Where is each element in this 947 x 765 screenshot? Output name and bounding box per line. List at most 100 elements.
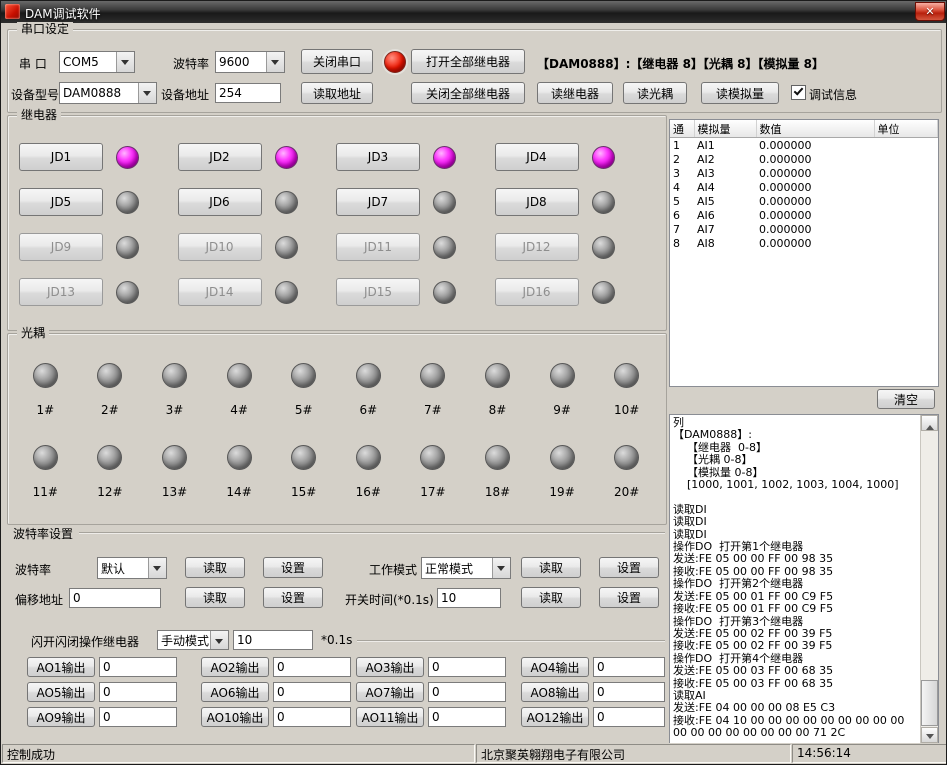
offset-address-field[interactable] — [69, 588, 161, 608]
switch-time-field[interactable] — [437, 588, 501, 608]
relay-button-jd8[interactable]: JD8 — [495, 188, 579, 216]
ao-output-field-3[interactable] — [428, 657, 506, 677]
baudrate-select[interactable]: 默认 — [97, 557, 167, 579]
baud-select[interactable]: 9600 — [215, 51, 285, 73]
ao-output-field-2[interactable] — [273, 657, 351, 677]
flash-mode-select[interactable]: 手动模式 — [157, 630, 229, 650]
offset-set-button[interactable]: 设置 — [263, 587, 323, 608]
ao-output-field-1[interactable] — [99, 657, 177, 677]
relay-button-jd7[interactable]: JD7 — [336, 188, 420, 216]
chevron-down-icon[interactable] — [116, 52, 134, 72]
relay-button-jd9[interactable]: JD9 — [19, 233, 103, 261]
work-mode-set-button[interactable]: 设置 — [599, 557, 659, 578]
model-label: 设备型号 — [11, 86, 59, 103]
ao-output-field-4[interactable] — [593, 657, 665, 677]
opto-group-title: 光耦 — [17, 326, 49, 341]
ao-output-button-3[interactable]: AO3输出 — [356, 657, 424, 677]
switch-time-read-button[interactable]: 读取 — [521, 587, 581, 608]
chevron-down-icon[interactable] — [138, 83, 156, 103]
model-select[interactable]: DAM0888 — [59, 82, 157, 104]
flash-time-field[interactable] — [233, 630, 313, 650]
ao-output-field-5[interactable] — [99, 682, 177, 702]
relay-button-jd4[interactable]: JD4 — [495, 143, 579, 171]
relay-light-9 — [116, 236, 139, 259]
switch-time-label: 开关时间(*0.1s) — [345, 591, 434, 608]
opto-cell-17#: 17# — [401, 445, 466, 514]
ao-grid: AO1输出 AO2输出 AO3输出 AO4输出 AO5输出 AO6输出 AO7输出 AO8输出… — [1, 657, 947, 729]
debug-info-checkbox[interactable] — [791, 85, 806, 100]
relay-cell-9: JD9 — [19, 233, 178, 261]
chevron-down-icon[interactable] — [266, 52, 284, 72]
opto-light-5# — [291, 363, 316, 388]
relay-button-jd16[interactable]: JD16 — [495, 278, 579, 306]
device-summary: 【DAM0888】:【继电器 8】【光耦 8】【模拟量 8】 — [537, 55, 824, 72]
ao-output-field-6[interactable] — [273, 682, 351, 702]
read-opto-button[interactable]: 读光耦 — [623, 82, 687, 104]
ao-output-button-12[interactable]: AO12输出 — [521, 707, 589, 727]
relay-button-jd5[interactable]: JD5 — [19, 188, 103, 216]
relay-button-jd2[interactable]: JD2 — [178, 143, 262, 171]
scroll-up-icon[interactable] — [921, 415, 938, 431]
ao-output-field-12[interactable] — [593, 707, 665, 727]
close-all-relays-button[interactable]: 关闭全部继电器 — [411, 82, 525, 104]
relay-button-jd1[interactable]: JD1 — [19, 143, 103, 171]
switch-time-set-button[interactable]: 设置 — [599, 587, 659, 608]
ao-output-button-11[interactable]: AO11输出 — [356, 707, 424, 727]
ao-output-button-8[interactable]: AO8输出 — [521, 682, 589, 702]
open-all-relays-button[interactable]: 打开全部继电器 — [411, 49, 525, 74]
ao-output-button-5[interactable]: AO5输出 — [27, 682, 95, 702]
ao-output-field-9[interactable] — [99, 707, 177, 727]
relay-button-jd10[interactable]: JD10 — [178, 233, 262, 261]
table-cell: 1 — [670, 138, 694, 153]
ao-output-button-10[interactable]: AO10输出 — [201, 707, 269, 727]
chevron-down-icon[interactable] — [148, 558, 166, 578]
read-analog-button[interactable]: 读模拟量 — [701, 82, 779, 104]
ao-output-button-1[interactable]: AO1输出 — [27, 657, 95, 677]
table-cell — [874, 208, 938, 222]
opto-label-15#: 15# — [291, 485, 316, 499]
ao-output-field-11[interactable] — [428, 707, 506, 727]
ao-output-field-7[interactable] — [428, 682, 506, 702]
opto-light-7# — [420, 363, 445, 388]
ao-output-button-6[interactable]: AO6输出 — [201, 682, 269, 702]
close-serial-button[interactable]: 关闭串口 — [301, 49, 373, 74]
table-cell: 5 — [670, 194, 694, 208]
opto-label-11#: 11# — [33, 485, 58, 499]
chevron-down-icon[interactable] — [210, 631, 228, 649]
relay-button-jd11[interactable]: JD11 — [336, 233, 420, 261]
opto-light-17# — [420, 445, 445, 470]
relay-button-jd14[interactable]: JD14 — [178, 278, 262, 306]
work-mode-select[interactable]: 正常模式 — [421, 557, 511, 579]
close-button[interactable]: ✕ — [915, 2, 945, 21]
scroll-down-icon[interactable] — [921, 727, 938, 743]
opto-label-14#: 14# — [226, 485, 251, 499]
port-label: 串 口 — [19, 55, 47, 72]
ao-output-button-4[interactable]: AO4输出 — [521, 657, 589, 677]
relay-button-jd12[interactable]: JD12 — [495, 233, 579, 261]
work-mode-read-button[interactable]: 读取 — [521, 557, 581, 578]
opto-cell-18#: 18# — [465, 445, 530, 514]
relay-button-jd15[interactable]: JD15 — [336, 278, 420, 306]
ao-output-button-2[interactable]: AO2输出 — [201, 657, 269, 677]
table-cell: 0.000000 — [756, 152, 874, 166]
table-cell — [874, 180, 938, 194]
device-address-field[interactable] — [215, 83, 281, 103]
clear-button[interactable]: 清空 — [877, 389, 935, 409]
ao-output-button-7[interactable]: AO7输出 — [356, 682, 424, 702]
baudrate-read-button[interactable]: 读取 — [185, 557, 245, 578]
read-address-button[interactable]: 读取地址 — [301, 82, 373, 104]
ao-output-field-10[interactable] — [273, 707, 351, 727]
table-row: 2AI20.000000 — [670, 152, 938, 166]
relay-light-14 — [275, 281, 298, 304]
baudrate-set-button[interactable]: 设置 — [263, 557, 323, 578]
read-relay-button[interactable]: 读继电器 — [537, 82, 613, 104]
relay-button-jd13[interactable]: JD13 — [19, 278, 103, 306]
chevron-down-icon[interactable] — [492, 558, 510, 578]
port-select[interactable]: COM5 — [59, 51, 135, 73]
relay-button-jd6[interactable]: JD6 — [178, 188, 262, 216]
offset-read-button[interactable]: 读取 — [185, 587, 245, 608]
table-row: 5AI50.000000 — [670, 194, 938, 208]
ao-output-field-8[interactable] — [593, 682, 665, 702]
relay-button-jd3[interactable]: JD3 — [336, 143, 420, 171]
ao-output-button-9[interactable]: AO9输出 — [27, 707, 95, 727]
